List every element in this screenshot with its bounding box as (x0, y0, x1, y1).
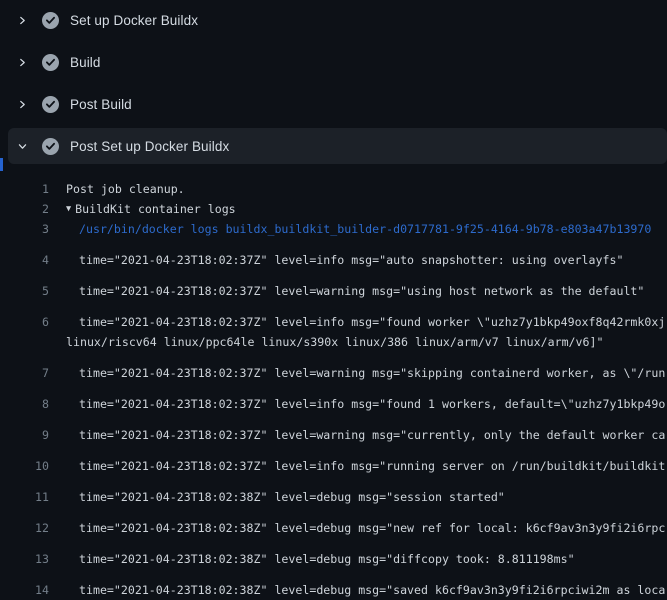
log-line-text: time="2021-04-23T18:02:37Z" level=info m… (79, 250, 623, 270)
log-line-text: time="2021-04-23T18:02:37Z" level=warnin… (79, 425, 665, 445)
check-circle-icon (42, 12, 59, 29)
log-area: 1 Post job cleanup. 2 ▼ BuildKit contain… (0, 179, 667, 600)
step-row-inner[interactable]: Set up Docker Buildx (8, 2, 667, 38)
log-line: 12 time="2021-04-23T18:02:38Z" level=deb… (0, 518, 667, 538)
check-circle-icon (42, 54, 59, 71)
chevron-right-icon[interactable] (14, 96, 30, 112)
log-line-number[interactable]: 11 (0, 487, 49, 507)
check-circle-icon (42, 138, 59, 155)
step-row[interactable]: Post Build (0, 86, 667, 126)
log-line-number[interactable]: 12 (0, 518, 49, 538)
log-line-number[interactable]: 8 (0, 394, 49, 414)
log-line: linux/riscv64 linux/ppc64le linux/s390x … (0, 332, 667, 352)
log-line: 14 time="2021-04-23T18:02:38Z" level=deb… (0, 580, 667, 600)
log-line: 2 ▼ BuildKit container logs (0, 199, 667, 219)
log-line-text: Post job cleanup. (66, 179, 185, 199)
step-row[interactable]: Build (0, 44, 667, 84)
log-line-number[interactable]: 1 (0, 179, 49, 199)
log-line-text: time="2021-04-23T18:02:38Z" level=debug … (79, 549, 575, 569)
step-row-inner[interactable]: Build (8, 44, 667, 80)
log-line: 4 time="2021-04-23T18:02:37Z" level=info… (0, 250, 667, 270)
log-line: 8 time="2021-04-23T18:02:37Z" level=info… (0, 394, 667, 414)
log-line: 1 Post job cleanup. (0, 179, 667, 199)
actions-job-log-viewer: Set up Docker Buildx Build (0, 0, 667, 600)
step-label: Build (70, 55, 101, 70)
log-line-number (0, 332, 49, 352)
log-line: 13 time="2021-04-23T18:02:38Z" level=deb… (0, 549, 667, 569)
log-line-number[interactable]: 13 (0, 549, 49, 569)
log-line: 10 time="2021-04-23T18:02:37Z" level=inf… (0, 456, 667, 476)
log-line-text: time="2021-04-23T18:02:38Z" level=debug … (79, 580, 665, 600)
step-row-inner[interactable]: Post Set up Docker Buildx (8, 128, 667, 164)
log-line-number[interactable]: 5 (0, 281, 49, 301)
check-circle-icon (42, 96, 59, 113)
step-label: Post Build (70, 97, 132, 112)
log-line: 9 time="2021-04-23T18:02:37Z" level=warn… (0, 425, 667, 445)
log-line-text: time="2021-04-23T18:02:38Z" level=debug … (79, 487, 505, 507)
log-line-number[interactable]: 4 (0, 250, 49, 270)
log-line: 7 time="2021-04-23T18:02:37Z" level=warn… (0, 363, 667, 383)
log-line-number[interactable]: 7 (0, 363, 49, 383)
log-line-number[interactable]: 6 (0, 312, 49, 332)
log-line: 5 time="2021-04-23T18:02:37Z" level=warn… (0, 281, 667, 301)
step-row-inner[interactable]: Post Build (8, 86, 667, 122)
log-line: 3 /usr/bin/docker logs buildx_buildkit_b… (0, 219, 667, 239)
log-group-toggle-icon[interactable]: ▼ (66, 199, 71, 219)
log-line-number[interactable]: 2 (0, 199, 49, 219)
step-label: Set up Docker Buildx (70, 13, 198, 28)
log-line-text: time="2021-04-23T18:02:37Z" level=info m… (79, 394, 665, 414)
chevron-down-icon[interactable] (14, 138, 30, 154)
log-line-number[interactable]: 14 (0, 580, 49, 600)
log-line-number[interactable]: 10 (0, 456, 49, 476)
step-row[interactable]: Post Set up Docker Buildx (0, 128, 667, 168)
chevron-right-icon[interactable] (14, 12, 30, 28)
steps-list: Set up Docker Buildx Build (0, 2, 667, 168)
log-line-text: time="2021-04-23T18:02:38Z" level=debug … (79, 518, 665, 538)
log-line-text: /usr/bin/docker logs buildx_buildkit_bui… (79, 219, 651, 239)
log-line-text: time="2021-04-23T18:02:37Z" level=info m… (79, 312, 665, 332)
log-line-number[interactable]: 9 (0, 425, 49, 445)
step-row[interactable]: Set up Docker Buildx (0, 2, 667, 42)
log-line-text: time="2021-04-23T18:02:37Z" level=warnin… (79, 281, 644, 301)
log-line-text: time="2021-04-23T18:02:37Z" level=info m… (79, 456, 665, 476)
log-line-text: time="2021-04-23T18:02:37Z" level=warnin… (79, 363, 665, 383)
log-line-text: BuildKit container logs (75, 199, 236, 219)
log-line: 6 time="2021-04-23T18:02:37Z" level=info… (0, 312, 667, 332)
log-line-number[interactable]: 3 (0, 219, 49, 239)
step-label: Post Set up Docker Buildx (70, 139, 229, 154)
log-line: 11 time="2021-04-23T18:02:38Z" level=deb… (0, 487, 667, 507)
chevron-right-icon[interactable] (14, 54, 30, 70)
log-line-text: linux/riscv64 linux/ppc64le linux/s390x … (66, 332, 603, 352)
active-step-edge-indicator (0, 158, 3, 171)
